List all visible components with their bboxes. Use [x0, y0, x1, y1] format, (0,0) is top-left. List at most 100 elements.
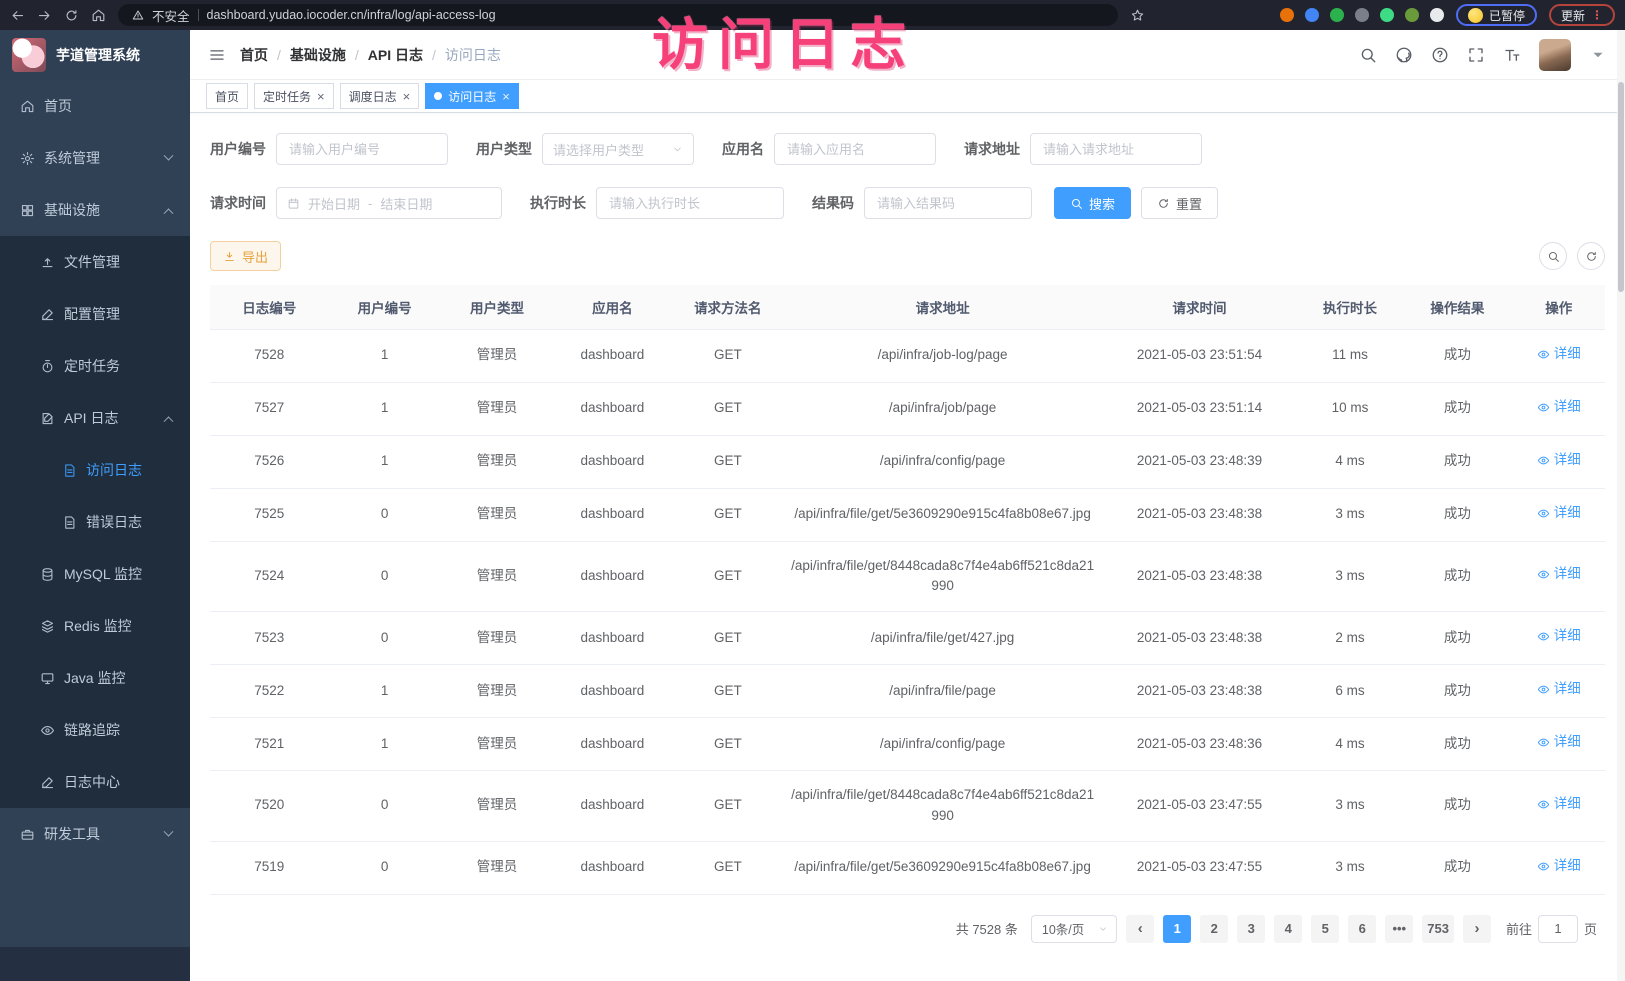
sidebar-item-file[interactable]: 文件管理	[0, 236, 190, 288]
sidebar-collapse-bar[interactable]	[0, 947, 190, 981]
chevron-down-icon	[164, 826, 174, 836]
sidebar-item-infra[interactable]: 基础设施	[0, 184, 190, 236]
request-url-input[interactable]	[1030, 133, 1202, 165]
browser-back-icon[interactable]	[10, 8, 25, 23]
reset-button[interactable]: 重置	[1141, 187, 1218, 219]
user-avatar[interactable]	[1539, 39, 1571, 71]
extension-icon[interactable]	[1305, 8, 1319, 22]
sidebar-item-java[interactable]: Java 监控	[0, 652, 190, 704]
goto-page-input[interactable]	[1538, 915, 1578, 943]
cell-app: dashboard	[553, 665, 671, 718]
refresh-table-button[interactable]	[1577, 242, 1605, 270]
column-header: 操作	[1513, 285, 1605, 330]
detail-link[interactable]: 详细	[1537, 450, 1581, 471]
sidebar-item-access-log[interactable]: 访问日志	[0, 444, 190, 496]
page-button-5[interactable]: 5	[1311, 915, 1339, 943]
page-button-2[interactable]: 2	[1200, 915, 1228, 943]
hamburger-icon[interactable]	[208, 46, 226, 64]
more-pages-button[interactable]: •••	[1385, 915, 1413, 943]
close-icon[interactable]: ×	[317, 90, 325, 103]
window-scrollbar[interactable]	[1617, 30, 1625, 981]
app-logo-row[interactable]: 芋道管理系统	[0, 30, 190, 80]
bookmark-star-icon[interactable]	[1130, 8, 1145, 23]
page-button-6[interactable]: 6	[1348, 915, 1376, 943]
app-name-input[interactable]	[774, 133, 936, 165]
hide-search-button[interactable]	[1539, 242, 1567, 270]
detail-link[interactable]: 详细	[1537, 397, 1581, 418]
duration-input[interactable]	[596, 187, 784, 219]
sidebar-item-system[interactable]: 系统管理	[0, 132, 190, 184]
table-row: 75221管理员dashboardGET/api/infra/file/page…	[210, 665, 1605, 718]
sidebar-item-mysql[interactable]: MySQL 监控	[0, 548, 190, 600]
app-logo-icon	[12, 38, 46, 72]
detail-link[interactable]: 详细	[1537, 732, 1581, 753]
goto-suffix: 页	[1584, 919, 1597, 938]
sidebar-item-log-center[interactable]: 日志中心	[0, 756, 190, 808]
browser-reload-icon[interactable]	[64, 8, 79, 23]
cell-app: dashboard	[553, 330, 671, 383]
search-button[interactable]: 搜索	[1054, 187, 1131, 219]
page-button-1[interactable]: 1	[1163, 915, 1191, 943]
extension-icon[interactable]	[1330, 8, 1344, 22]
detail-link[interactable]: 详细	[1537, 503, 1581, 524]
breadcrumb-item[interactable]: 基础设施	[290, 45, 346, 65]
edit-icon	[40, 307, 55, 322]
tag-job[interactable]: 定时任务×	[254, 83, 334, 109]
breadcrumb-item[interactable]: 首页	[240, 45, 268, 65]
github-icon[interactable]	[1395, 46, 1413, 64]
page-button-4[interactable]: 4	[1274, 915, 1302, 943]
user-id-input[interactable]	[276, 133, 448, 165]
sidebar-item-api-log[interactable]: API 日志	[0, 392, 190, 444]
detail-link[interactable]: 详细	[1537, 344, 1581, 365]
fullscreen-icon[interactable]	[1467, 46, 1485, 64]
close-icon[interactable]: ×	[502, 90, 510, 103]
extension-icon[interactable]	[1430, 8, 1444, 22]
kebab-menu-icon[interactable]: ⋮	[1591, 8, 1603, 22]
export-button[interactable]: 导出	[210, 241, 281, 271]
font-size-icon[interactable]	[1503, 46, 1521, 64]
breadcrumb-item[interactable]: API 日志	[368, 45, 423, 65]
sidebar-item-tracing[interactable]: 链路追踪	[0, 704, 190, 756]
address-bar[interactable]: 不安全 dashboard.yudao.iocoder.cn/infra/log…	[118, 4, 1118, 26]
warning-icon	[132, 9, 144, 21]
update-button[interactable]: 更新 ⋮	[1549, 4, 1615, 26]
sidebar-item-home[interactable]: 首页	[0, 80, 190, 132]
detail-link[interactable]: 详细	[1537, 626, 1581, 647]
extension-icon[interactable]	[1380, 8, 1394, 22]
prev-page-button[interactable]: ‹	[1126, 915, 1154, 943]
cell-id: 7524	[210, 541, 328, 612]
page-size-select[interactable]: 10条/页	[1031, 915, 1117, 943]
tag-access-log[interactable]: 访问日志×	[425, 83, 519, 109]
search-icon[interactable]	[1359, 46, 1377, 64]
sidebar-item-error-log[interactable]: 错误日志	[0, 496, 190, 548]
extension-icon[interactable]	[1355, 8, 1369, 22]
url-text: dashboard.yudao.iocoder.cn/infra/log/api…	[207, 8, 496, 22]
chevron-down-icon	[1098, 924, 1108, 934]
user-type-select[interactable]: 请选择用户类型	[542, 133, 694, 165]
help-icon[interactable]	[1431, 46, 1449, 64]
detail-link[interactable]: 详细	[1537, 679, 1581, 700]
page-button-3[interactable]: 3	[1237, 915, 1265, 943]
next-page-button[interactable]: ›	[1463, 915, 1491, 943]
extension-icon[interactable]	[1280, 8, 1294, 22]
scrollbar-thumb[interactable]	[1618, 82, 1624, 292]
detail-label: 详细	[1554, 344, 1581, 365]
detail-link[interactable]: 详细	[1537, 564, 1581, 585]
sidebar-item-redis[interactable]: Redis 监控	[0, 600, 190, 652]
tag-job-log[interactable]: 调度日志×	[340, 83, 420, 109]
detail-link[interactable]: 详细	[1537, 856, 1581, 877]
date-range-picker[interactable]: 开始日期 - 结束日期	[276, 187, 502, 219]
sidebar-item-dev-tools[interactable]: 研发工具	[0, 808, 190, 860]
page-button-753[interactable]: 753	[1422, 915, 1454, 943]
extension-icon[interactable]	[1405, 8, 1419, 22]
sidebar-item-job[interactable]: 定时任务	[0, 340, 190, 392]
tag-home[interactable]: 首页	[206, 83, 248, 109]
paused-badge[interactable]: 已暂停	[1456, 4, 1537, 26]
chevron-down-icon[interactable]	[1589, 46, 1607, 64]
browser-forward-icon[interactable]	[37, 8, 52, 23]
browser-home-icon[interactable]	[91, 8, 106, 23]
close-icon[interactable]: ×	[403, 90, 411, 103]
sidebar-item-config[interactable]: 配置管理	[0, 288, 190, 340]
result-code-input[interactable]	[864, 187, 1032, 219]
detail-link[interactable]: 详细	[1537, 794, 1581, 815]
